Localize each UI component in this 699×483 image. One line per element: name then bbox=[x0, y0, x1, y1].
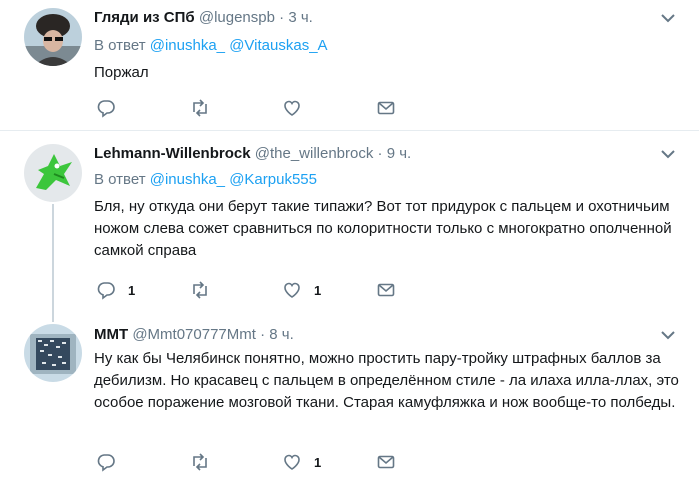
like-count: 1 bbox=[314, 454, 322, 470]
display-name[interactable]: MMT bbox=[94, 326, 128, 343]
thread-line bbox=[52, 204, 54, 322]
envelope-icon bbox=[377, 101, 395, 115]
reply-button[interactable] bbox=[96, 98, 128, 118]
tweet-text: Бля, ну откуда они берут такие типажи? В… bbox=[94, 198, 672, 259]
tweet[interactable]: MMT @Mmt070777Mmt · 8 ч. Ну как бы Челяб… bbox=[0, 315, 699, 483]
user-handle[interactable]: @Mmt070777Mmt bbox=[132, 326, 256, 343]
dm-button[interactable] bbox=[376, 98, 396, 118]
avatar[interactable] bbox=[24, 144, 82, 202]
reply-count: 1 bbox=[128, 282, 136, 298]
tweet-text: Ну как бы Челябинск понятно, можно прост… bbox=[94, 350, 679, 411]
heart-icon bbox=[284, 282, 300, 298]
reply-context: В ответ @inushka_ @Karpuk555 bbox=[94, 170, 317, 190]
reply-icon bbox=[97, 100, 115, 118]
action-bar bbox=[94, 98, 414, 118]
chevron-down-icon[interactable] bbox=[661, 330, 675, 340]
display-name[interactable]: Гляди из СПб bbox=[94, 9, 195, 26]
retweet-button[interactable] bbox=[190, 280, 222, 300]
envelope-icon bbox=[377, 283, 395, 297]
retweet-button[interactable] bbox=[190, 98, 222, 118]
heart-icon bbox=[284, 454, 300, 470]
separator-dot: · bbox=[260, 326, 266, 343]
envelope-icon bbox=[377, 455, 395, 469]
chevron-down-icon[interactable] bbox=[661, 149, 675, 159]
retweet-icon bbox=[193, 453, 207, 471]
like-button[interactable]: 1 bbox=[282, 280, 321, 300]
avatar[interactable] bbox=[24, 8, 82, 66]
reply-icon bbox=[97, 454, 115, 472]
retweet-button[interactable] bbox=[190, 452, 222, 472]
reply-user-link[interactable]: @inushka_ bbox=[150, 171, 225, 188]
tweet-text: Поржал bbox=[94, 64, 149, 81]
reply-icon bbox=[97, 282, 115, 300]
retweet-icon bbox=[193, 281, 207, 299]
separator-dot: · bbox=[279, 9, 285, 26]
retweet-icon bbox=[193, 99, 207, 117]
reply-prefix: В ответ bbox=[94, 37, 146, 54]
display-name[interactable]: Lehmann-Willenbrock bbox=[94, 145, 251, 162]
timestamp[interactable]: 9 ч. bbox=[387, 145, 412, 162]
action-bar: 1 bbox=[94, 452, 414, 472]
like-count: 1 bbox=[314, 282, 322, 298]
dm-button[interactable] bbox=[376, 452, 396, 472]
reply-user-link[interactable]: @Vitauskas_A bbox=[229, 37, 327, 54]
action-bar: 1 1 bbox=[94, 280, 414, 300]
tweet-header: MMT @Mmt070777Mmt · 8 ч. bbox=[94, 325, 294, 345]
heart-icon bbox=[284, 100, 300, 116]
reply-user-link[interactable]: @Karpuk555 bbox=[229, 171, 317, 188]
reply-user-link[interactable]: @inushka_ bbox=[150, 37, 225, 54]
like-button[interactable]: 1 bbox=[282, 452, 321, 472]
tweet-header: Гляди из СПб @lugenspb · 3 ч. bbox=[94, 8, 313, 28]
chevron-down-icon[interactable] bbox=[661, 13, 675, 23]
reply-button[interactable]: 1 bbox=[96, 280, 135, 300]
dm-button[interactable] bbox=[376, 280, 396, 300]
user-handle[interactable]: @lugenspb bbox=[199, 9, 275, 26]
user-handle[interactable]: @the_willenbrock bbox=[255, 145, 374, 162]
reply-prefix: В ответ bbox=[94, 171, 146, 188]
tweet-header: Lehmann-Willenbrock @the_willenbrock · 9… bbox=[94, 144, 411, 164]
reply-button[interactable] bbox=[96, 452, 128, 472]
tweet[interactable]: Гляди из СПб @lugenspb · 3 ч. В ответ @i… bbox=[0, 0, 699, 131]
timestamp[interactable]: 3 ч. bbox=[288, 9, 313, 26]
tweet[interactable]: Lehmann-Willenbrock @the_willenbrock · 9… bbox=[0, 132, 699, 322]
timestamp[interactable]: 8 ч. bbox=[269, 326, 294, 343]
separator-dot: · bbox=[377, 145, 383, 162]
like-button[interactable] bbox=[282, 98, 314, 118]
reply-context: В ответ @inushka_ @Vitauskas_A bbox=[94, 36, 328, 56]
avatar[interactable] bbox=[24, 324, 82, 382]
